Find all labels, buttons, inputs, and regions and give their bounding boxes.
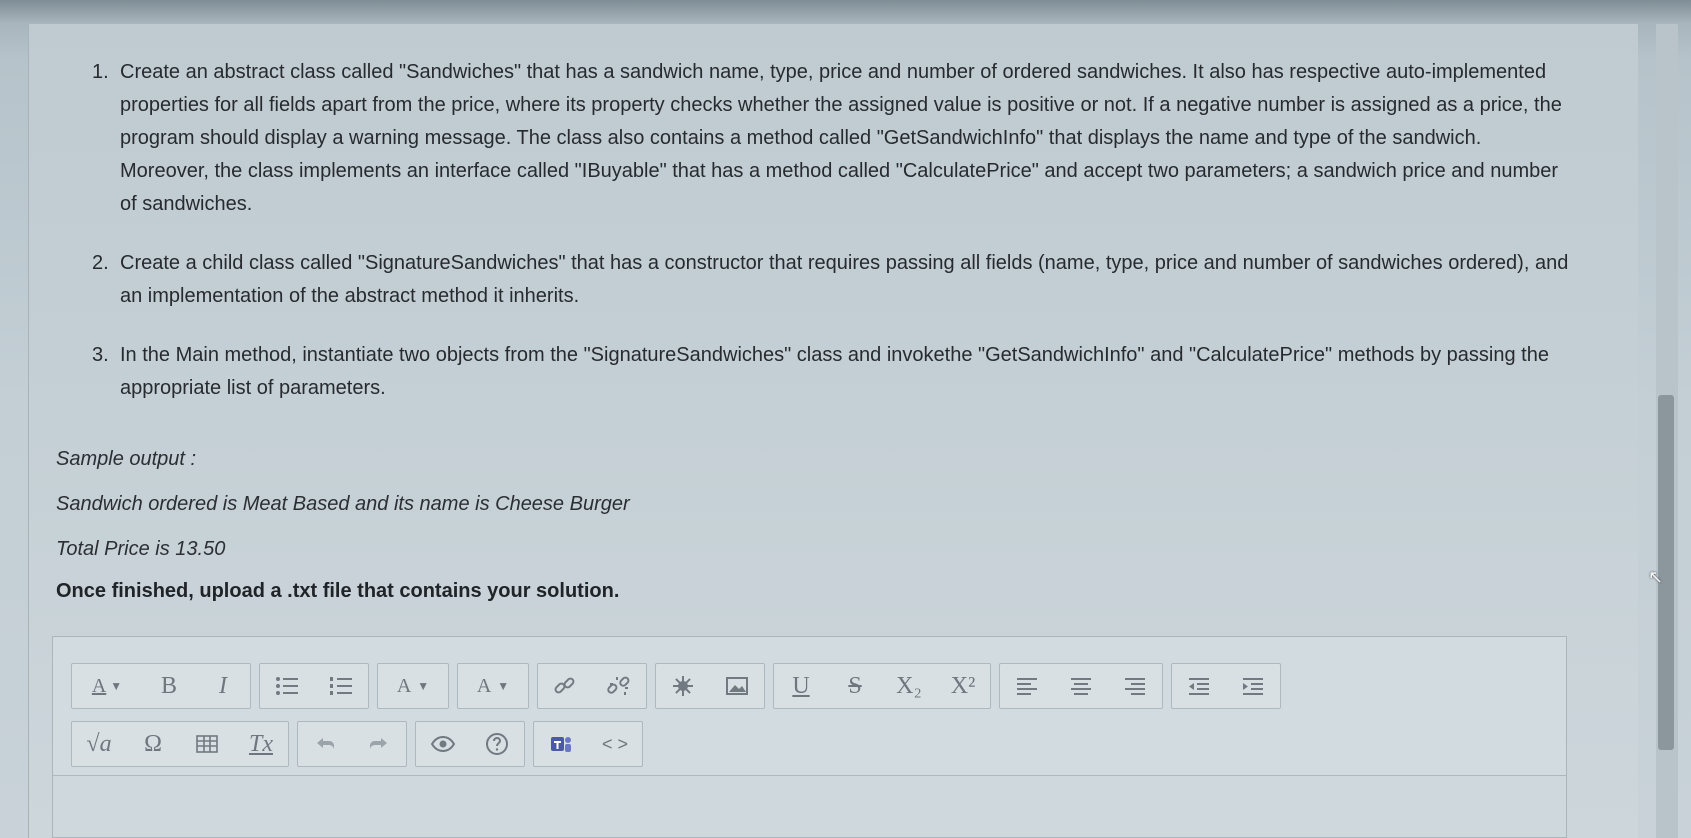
superscript-label: X²: [950, 672, 976, 699]
chevron-down-icon: ▼: [417, 678, 430, 693]
subscript-label: X₂: [896, 672, 922, 699]
gear-icon: [673, 676, 693, 696]
task-item-2: 2. Create a child class called "Signatur…: [92, 247, 1572, 313]
underline-label: U: [792, 672, 810, 699]
toolbar-group-insert: √a Ω Tx: [71, 721, 289, 767]
toolbar-group-media: [655, 663, 765, 709]
task-item-1: 1. Create an abstract class called "Sand…: [92, 56, 1572, 221]
link-icon: [554, 677, 575, 694]
browser-top-bar: [0, 0, 1691, 24]
numbered-list-icon: [330, 677, 352, 695]
chevron-down-icon: ▼: [497, 678, 510, 693]
mouse-cursor-icon: ↖: [1648, 567, 1664, 587]
toolbar-group-links: [537, 663, 647, 709]
task-number: 1.: [92, 61, 109, 83]
sample-output-line-2: Total Price is 13.50: [56, 538, 226, 560]
undo-button[interactable]: [298, 722, 352, 766]
font-size-button[interactable]: A ▼: [72, 664, 142, 708]
clear-formatting-label: Tx: [249, 730, 273, 757]
toolbar-group-text-style: U S X₂ X²: [773, 663, 991, 709]
strikethrough-label: S: [848, 672, 862, 699]
background-color-button[interactable]: A ▼: [458, 664, 528, 708]
indent-icon: [1243, 678, 1263, 695]
table-icon: [196, 735, 218, 753]
toolbar-group-indent: [1171, 663, 1281, 709]
task-number: 3.: [92, 344, 109, 366]
editor-text-area[interactable]: [53, 775, 1566, 837]
subscript-button[interactable]: X₂: [882, 664, 936, 708]
toolbar-group-integrations: < >: [533, 721, 643, 767]
indent-button[interactable]: [1226, 664, 1280, 708]
toolbar-group-format: A ▼ B I: [71, 663, 251, 709]
task-text: Create an abstract class called "Sandwic…: [120, 61, 1562, 215]
sample-output-heading: Sample output :: [56, 448, 197, 470]
toolbar-group-lists: [259, 663, 369, 709]
formula-button[interactable]: √a: [72, 722, 126, 766]
unlink-button[interactable]: [592, 664, 646, 708]
underline-button[interactable]: U: [774, 664, 828, 708]
bold-button[interactable]: B: [142, 664, 196, 708]
bullet-list-icon: [276, 677, 298, 695]
toolbar-row-2: √a Ω Tx < >: [71, 721, 643, 767]
help-button[interactable]: [470, 722, 524, 766]
align-center-icon: [1071, 678, 1091, 695]
source-code-button[interactable]: < >: [588, 722, 642, 766]
formula-label: √a: [86, 730, 112, 757]
task-text: Create a child class called "SignatureSa…: [120, 252, 1569, 307]
toolbar-group-tools: [415, 721, 525, 767]
outdent-icon: [1189, 678, 1209, 695]
toolbar-group-align: [999, 663, 1163, 709]
align-right-icon: [1125, 678, 1145, 695]
outdent-button[interactable]: [1172, 664, 1226, 708]
background-color-label: A: [476, 674, 492, 697]
toolbar-row-1: A ▼ B I A ▼ A ▼ U S X₂ X²: [71, 663, 1281, 709]
font-size-label: A: [91, 674, 107, 697]
special-character-button[interactable]: Ω: [126, 722, 180, 766]
bullet-list-button[interactable]: [260, 664, 314, 708]
eye-icon: [430, 735, 456, 753]
sample-output-line-1: Sandwich ordered is Meat Based and its n…: [56, 493, 630, 515]
strikethrough-button[interactable]: S: [828, 664, 882, 708]
undo-icon: [317, 738, 334, 749]
task-item-3: 3. In the Main method, instantiate two o…: [92, 339, 1572, 405]
special-character-label: Ω: [144, 730, 162, 757]
source-code-label: < >: [601, 733, 629, 754]
image-button[interactable]: [710, 664, 764, 708]
text-color-button[interactable]: A ▼: [378, 664, 448, 708]
text-color-label: A: [396, 674, 412, 697]
task-number: 2.: [92, 252, 109, 274]
align-left-icon: [1017, 678, 1037, 695]
bold-label: B: [160, 672, 177, 699]
task-text: In the Main method, instantiate two obje…: [120, 344, 1549, 399]
rich-text-editor[interactable]: A ▼ B I A ▼ A ▼ U S X₂ X² √a Ω Tx < >: [52, 636, 1567, 838]
align-center-button[interactable]: [1054, 664, 1108, 708]
link-button[interactable]: [538, 664, 592, 708]
toolbar-group-color: A ▼: [377, 663, 449, 709]
help-icon: [486, 733, 508, 755]
widget-button[interactable]: [656, 664, 710, 708]
task-list: 1. Create an abstract class called "Sand…: [92, 56, 1572, 405]
image-icon: [726, 677, 748, 695]
redo-icon: [370, 738, 387, 749]
toolbar-group-bgcolor: A ▼: [457, 663, 529, 709]
upload-instruction: Once finished, upload a .txt file that c…: [56, 580, 620, 602]
teams-icon: [551, 737, 571, 752]
toolbar-group-history: [297, 721, 407, 767]
align-right-button[interactable]: [1108, 664, 1162, 708]
table-button[interactable]: [180, 722, 234, 766]
numbered-list-button[interactable]: [314, 664, 368, 708]
redo-button[interactable]: [352, 722, 406, 766]
italic-button[interactable]: I: [196, 664, 250, 708]
preview-button[interactable]: [416, 722, 470, 766]
italic-label: I: [219, 672, 227, 699]
clear-formatting-button[interactable]: Tx: [234, 722, 288, 766]
chevron-down-icon: ▼: [110, 678, 123, 693]
align-left-button[interactable]: [1000, 664, 1054, 708]
teams-button[interactable]: [534, 722, 588, 766]
superscript-button[interactable]: X²: [936, 664, 990, 708]
unlink-icon: [607, 676, 630, 695]
